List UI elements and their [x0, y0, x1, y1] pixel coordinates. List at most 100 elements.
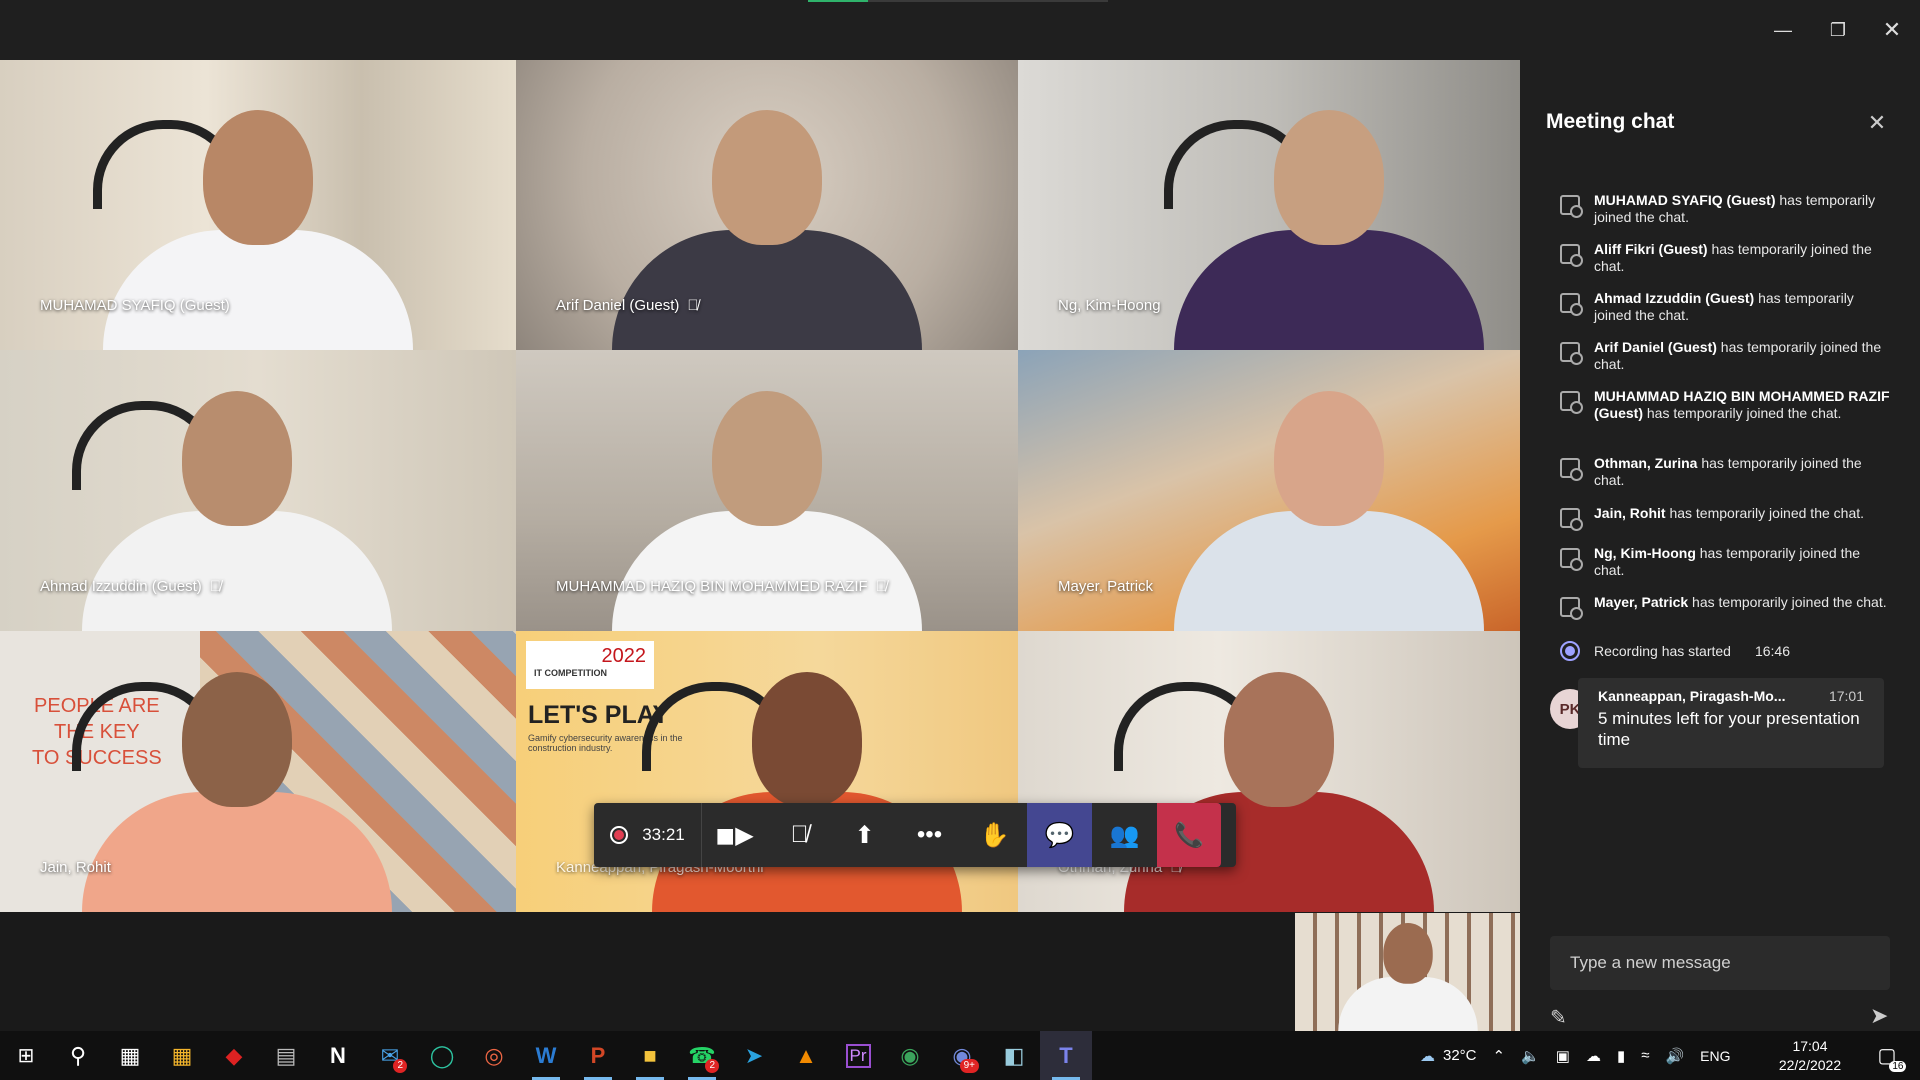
camera-button[interactable]: ◼▶: [702, 803, 767, 867]
event-who: Ahmad Izzuddin (Guest): [1594, 290, 1755, 306]
close-window-button[interactable]: ✕: [1874, 15, 1910, 45]
notifications-button[interactable]: ▢ 16: [1862, 1031, 1912, 1080]
language-indicator[interactable]: ENG: [1700, 1048, 1730, 1064]
participant-tile[interactable]: Ng, Kim-Hoong: [1018, 60, 1520, 350]
share-button[interactable]: ⬆: [832, 803, 897, 867]
search-button[interactable]: ⚲: [52, 1031, 104, 1080]
more-actions-button[interactable]: •••: [897, 803, 962, 867]
notification-icon: ▢ 16: [1878, 1043, 1907, 1072]
powerpoint-app[interactable]: P: [572, 1031, 624, 1080]
participant-tile[interactable]: MUHAMMAD HAZIQ BIN MOHAMMED RAZIF 🎙̸: [516, 350, 1018, 631]
chat-title: Meeting chat: [1546, 110, 1675, 133]
cloud-icon[interactable]: ☁: [1586, 1047, 1601, 1065]
join-icon: [1560, 195, 1583, 218]
format-icon[interactable]: ✎: [1550, 1005, 1567, 1030]
recording-text: Recording has started: [1594, 642, 1731, 659]
participant-tile[interactable]: Othman, Zurina 🎙̸: [1018, 631, 1520, 912]
people-icon: 👥: [1109, 821, 1140, 849]
restore-button[interactable]: ❐: [1820, 15, 1856, 45]
video-stage: MUHAMAD SYAFIQ (Guest) Arif Daniel (Gues…: [0, 60, 1520, 1031]
discord-app[interactable]: ◉ 9+: [936, 1031, 988, 1080]
message-header: Kanneappan, Piragash-Mo... 17:01: [1598, 688, 1864, 704]
participant-tile[interactable]: 2022 IT COMPETITION LET'S PLAY Gamify cy…: [516, 631, 1018, 912]
explorer-app[interactable]: ■: [624, 1031, 676, 1080]
message-input[interactable]: [1570, 953, 1870, 973]
name-label: Arif Daniel (Guest): [556, 297, 680, 314]
meeting-timer: 33:21: [642, 825, 685, 844]
leave-button[interactable]: 📞: [1157, 803, 1221, 867]
compose-box[interactable]: [1550, 936, 1890, 990]
weather-text[interactable]: 32°C: [1443, 1047, 1477, 1064]
word-app[interactable]: W: [520, 1031, 572, 1080]
event-who: MUHAMAD SYAFIQ (Guest): [1594, 192, 1776, 208]
chat-button[interactable]: 💬: [1027, 803, 1092, 867]
vlc-app[interactable]: ▲: [780, 1031, 832, 1080]
wifi-icon[interactable]: ≈: [1641, 1047, 1649, 1064]
recording-time: 16:46: [1754, 642, 1791, 659]
device-icon[interactable]: ▣: [1556, 1047, 1570, 1065]
battery-icon[interactable]: ▮: [1617, 1047, 1625, 1065]
hand-icon: ✋: [979, 821, 1010, 849]
participant-tile[interactable]: Mayer, Patrick: [1018, 350, 1520, 631]
more-icon: •••: [916, 821, 943, 848]
vlc-icon: ▲: [795, 1042, 817, 1068]
name-label: MUHAMMAD HAZIQ BIN MOHAMMED RAZIF: [556, 578, 868, 595]
clock-date: 22/2/2022: [1778, 1056, 1842, 1073]
competition-logo: 2022 IT COMPETITION: [526, 641, 654, 689]
volume-icon[interactable]: 🔊: [1665, 1047, 1684, 1065]
event-who: Arif Daniel (Guest): [1594, 339, 1717, 355]
event-text: has temporarily joined the chat.: [1665, 505, 1865, 521]
mic-button[interactable]: 🎙̸: [767, 803, 832, 867]
participant-tile[interactable]: Arif Daniel (Guest) 🎙̸: [516, 60, 1018, 350]
edge-app[interactable]: ◯: [416, 1031, 468, 1080]
premiere-app[interactable]: Pr: [832, 1031, 884, 1080]
mic-off-icon: 🎙̸: [790, 821, 809, 848]
game-app[interactable]: ◆: [208, 1031, 260, 1080]
participant-name: Ahmad Izzuddin (Guest) 🎙̸: [40, 578, 221, 595]
folder-icon: ■: [643, 1042, 657, 1068]
mail-app[interactable]: ✉ 2: [364, 1031, 416, 1080]
chat-message[interactable]: Kanneappan, Piragash-Mo... 17:01 5 minut…: [1578, 678, 1884, 768]
participant-name: Jain, Rohit: [40, 859, 111, 876]
participant-name: Ng, Kim-Hoong: [1058, 297, 1161, 314]
notes-app[interactable]: ◧: [988, 1031, 1040, 1080]
close-chat-button[interactable]: ✕: [1862, 108, 1892, 138]
participant-tile[interactable]: Ahmad Izzuddin (Guest) 🎙̸: [0, 350, 516, 631]
participant-tile[interactable]: MUHAMAD SYAFIQ (Guest): [0, 60, 516, 350]
chat-event: Ahmad Izzuddin (Guest) has temporarily j…: [1560, 290, 1890, 324]
search-icon: ⚲: [69, 1042, 87, 1068]
media-app[interactable]: ◎: [468, 1031, 520, 1080]
chrome-app[interactable]: ◉: [884, 1031, 936, 1080]
participant-tile[interactable]: PEOPLE ARE THE KEY TO SUCCESS Jain, Rohi…: [0, 631, 516, 912]
message-time: 17:01: [1828, 688, 1864, 704]
close-icon: ✕: [1867, 110, 1887, 135]
teams-app[interactable]: T: [1040, 1031, 1092, 1080]
game-icon: ◆: [225, 1042, 243, 1068]
notification-count: 16: [1889, 1061, 1907, 1072]
clock[interactable]: 17:04 22/2/2022: [1770, 1031, 1850, 1080]
raise-hand-button[interactable]: ✋: [962, 803, 1027, 867]
name-label: Mayer, Patrick: [1058, 578, 1154, 595]
weather-icon[interactable]: ☁: [1420, 1047, 1435, 1065]
telegram-app[interactable]: ➤: [728, 1031, 780, 1080]
store-app[interactable]: ▦: [156, 1031, 208, 1080]
join-icon: [1560, 293, 1583, 316]
chat-event: Jain, Rohit has temporarily joined the c…: [1560, 505, 1890, 531]
files-app[interactable]: ▤: [260, 1031, 312, 1080]
start-button[interactable]: ⊞: [0, 1031, 52, 1080]
whatsapp-app[interactable]: ☎ 2: [676, 1031, 728, 1080]
chevron-up-icon[interactable]: ⌃: [1493, 1047, 1506, 1065]
send-icon[interactable]: ➤: [1870, 1003, 1888, 1029]
name-label: Jain, Rohit: [40, 859, 111, 876]
minimize-button[interactable]: —: [1765, 15, 1801, 45]
windows-icon: ⊞: [17, 1045, 35, 1067]
speaker-icon[interactable]: 🔈: [1521, 1047, 1540, 1065]
event-who: Ng, Kim-Hoong: [1594, 545, 1696, 561]
notes-icon: ◧: [1003, 1042, 1025, 1068]
task-view-button[interactable]: ▦: [104, 1031, 156, 1080]
edge-icon: ◯: [429, 1042, 455, 1068]
participants-button[interactable]: 👥: [1092, 803, 1157, 867]
notion-app[interactable]: N: [312, 1031, 364, 1080]
self-view[interactable]: [1295, 913, 1520, 1031]
disc-icon: ◎: [484, 1042, 504, 1068]
